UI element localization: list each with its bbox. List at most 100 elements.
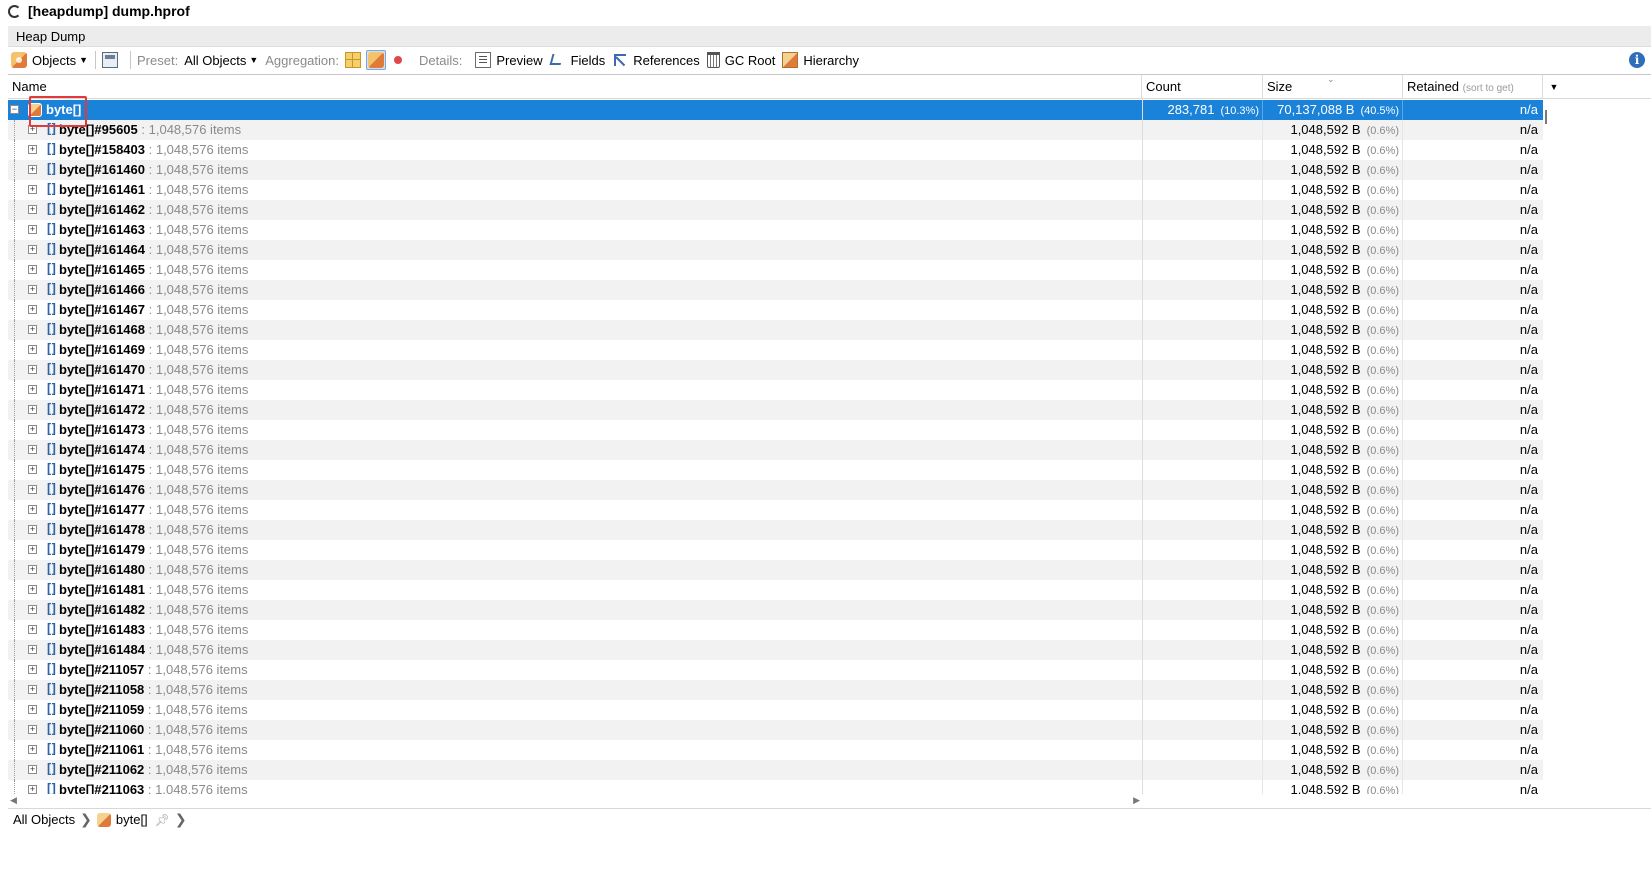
vertical-scrollbar[interactable] [1542,98,1551,128]
table-row[interactable]: + byte[]#211060 : 1,048,576 items 1,048,59… [8,720,1543,740]
table-row[interactable]: + byte[]#161468 : 1,048,576 items 1,048,59… [8,320,1543,340]
expand-icon[interactable]: + [28,425,37,434]
expand-icon[interactable]: + [28,345,37,354]
table-row[interactable]: + byte[]#161466 : 1,048,576 items 1,048,59… [8,280,1543,300]
column-menu-icon[interactable]: ▼ [1543,75,1565,99]
breadcrumb-current[interactable]: byte[] [116,812,148,827]
expand-icon[interactable]: + [28,165,37,174]
collapse-icon[interactable]: − [10,105,19,114]
column-header-count[interactable]: Count [1142,75,1263,99]
table-row[interactable]: + byte[]#161465 : 1,048,576 items 1,048,59… [8,260,1543,280]
scroll-left-icon[interactable]: ◀ [10,795,17,806]
toolbar: Objects ▼ Preset: All Objects ▼ Aggregat… [8,48,1651,72]
table-row[interactable]: + byte[]#211062 : 1,048,576 items 1,048,59… [8,760,1543,780]
horizontal-scrollbar[interactable]: ◀ ▶ [8,793,1142,807]
scroll-right-icon[interactable]: ▶ [1133,795,1140,806]
instance-items: : 1,048,576 items [144,682,248,697]
objects-dropdown[interactable]: Objects ▼ [11,52,88,68]
preset-selector[interactable]: Preset: All Objects ▼ [137,53,258,68]
table-row[interactable]: + byte[]#161479 : 1,048,576 items 1,048,59… [8,540,1543,560]
pin-icon[interactable]: 📌︎ [155,813,170,827]
expand-icon[interactable]: + [28,205,37,214]
table-row[interactable]: + byte[]#211058 : 1,048,576 items 1,048,59… [8,680,1543,700]
table-row[interactable]: + byte[]#161469 : 1,048,576 items 1,048,59… [8,340,1543,360]
table-row[interactable]: + byte[]#161460 : 1,048,576 items 1,048,59… [8,160,1543,180]
expand-icon[interactable]: + [28,765,37,774]
expand-icon[interactable]: + [28,245,37,254]
expand-icon[interactable]: + [28,445,37,454]
row-count-cell [1142,120,1263,140]
table-row[interactable]: + byte[]#161463 : 1,048,576 items 1,048,59… [8,220,1543,240]
expand-icon[interactable]: + [28,325,37,334]
table-row[interactable]: + byte[]#161461 : 1,048,576 items 1,048,59… [8,180,1543,200]
column-header-size[interactable]: Size ⌄ [1263,75,1403,99]
expand-icon[interactable]: + [28,225,37,234]
expand-icon[interactable]: + [28,745,37,754]
table-row[interactable]: + byte[]#161484 : 1,048,576 items 1,048,59… [8,640,1543,660]
gc-root-toggle[interactable]: GC Root [706,52,775,68]
table-row[interactable]: + byte[]#211061 : 1,048,576 items 1,048,59… [8,740,1543,760]
table-row[interactable]: + byte[]#161478 : 1,048,576 items 1,048,59… [8,520,1543,540]
scrollbar-thumb[interactable] [1545,110,1547,124]
tab-heap-dump[interactable]: Heap Dump [16,29,85,44]
expand-icon[interactable]: + [28,625,37,634]
references-toggle[interactable]: References [612,52,700,68]
preview-toggle[interactable]: Preview [475,52,543,68]
expand-icon[interactable]: + [28,265,37,274]
table-row[interactable]: + byte[]#161462 : 1,048,576 items 1,048,59… [8,200,1543,220]
expand-icon[interactable]: + [28,365,37,374]
aggregation-classes-button[interactable] [365,50,386,70]
expand-icon[interactable]: + [28,185,37,194]
table-row[interactable]: + byte[]#161464 : 1,048,576 items 1,048,59… [8,240,1543,260]
info-icon[interactable]: i [1629,52,1645,68]
table-row[interactable]: + byte[]#161481 : 1,048,576 items 1,048,59… [8,580,1543,600]
hierarchy-toggle[interactable]: Hierarchy [782,52,859,68]
table-row[interactable]: + byte[]#161482 : 1,048,576 items 1,048,59… [8,600,1543,620]
table-row[interactable]: + byte[]#161473 : 1,048,576 items 1,048,59… [8,420,1543,440]
table-row[interactable]: + byte[]#161483 : 1,048,576 items 1,048,59… [8,620,1543,640]
expand-icon[interactable]: + [28,545,37,554]
expand-icon[interactable]: + [28,285,37,294]
table-row[interactable]: + byte[]#161474 : 1,048,576 items 1,048,59… [8,440,1543,460]
table-row[interactable]: + byte[]#161477 : 1,048,576 items 1,048,59… [8,500,1543,520]
expand-icon[interactable]: + [28,665,37,674]
aggregation-packages-icon[interactable] [344,52,361,68]
table-row[interactable]: + byte[]#161476 : 1,048,576 items 1,048,59… [8,480,1543,500]
table-row[interactable]: + byte[]#211057 : 1,048,576 items 1,048,59… [8,660,1543,680]
expand-icon[interactable]: + [28,405,37,414]
expand-icon[interactable]: + [28,705,37,714]
table-row[interactable]: + byte[]#161480 : 1,048,576 items 1,048,59… [8,560,1543,580]
expand-icon[interactable]: + [28,605,37,614]
expand-icon[interactable]: + [28,385,37,394]
expand-icon[interactable]: + [28,465,37,474]
expand-icon[interactable]: + [28,585,37,594]
table-row-selected[interactable]: − byte[] 283,781 (10.3%) 70,137,088 B (40.… [8,100,1543,120]
record-dot-icon[interactable] [393,56,402,64]
row-size-cell: 1,048,592 B (0.6%) [1263,300,1403,320]
column-header-retained[interactable]: Retained (sort to get) [1403,75,1543,99]
breadcrumb-root[interactable]: All Objects [13,812,75,827]
expand-icon[interactable]: + [28,525,37,534]
expand-icon[interactable]: + [28,645,37,654]
expand-icon[interactable]: + [28,145,37,154]
table-row[interactable]: +byte[]#211063 : 1,048,576 items 1,048,59… [8,780,1543,794]
expand-icon[interactable]: + [28,305,37,314]
expand-icon[interactable]: + [28,565,37,574]
expand-icon[interactable]: + [28,485,37,494]
size-value: 1,048,592 B [1290,642,1361,657]
fields-toggle[interactable]: Fields [550,52,606,68]
table-row[interactable]: + byte[]#161467 : 1,048,576 items 1,048,59… [8,300,1543,320]
table-row[interactable]: +byte[]#95605 : 1,048,576 items 1,048,592… [8,120,1543,140]
table-row[interactable]: + byte[]#161470 : 1,048,576 items 1,048,59… [8,360,1543,380]
snapshot-button[interactable] [102,52,123,68]
column-header-name[interactable]: Name [8,75,1142,99]
expand-icon[interactable]: + [28,685,37,694]
table-row[interactable]: + byte[]#161471 : 1,048,576 items 1,048,59… [8,380,1543,400]
expand-icon[interactable]: + [28,505,37,514]
table-row[interactable]: + byte[]#158403 : 1,048,576 items 1,048,59… [8,140,1543,160]
table-row[interactable]: + byte[]#161475 : 1,048,576 items 1,048,59… [8,460,1543,480]
expand-icon[interactable]: + [28,725,37,734]
table-row[interactable]: + byte[]#211059 : 1,048,576 items 1,048,59… [8,700,1543,720]
size-percent: (0.6%) [1366,385,1399,397]
table-row[interactable]: + byte[]#161472 : 1,048,576 items 1,048,59… [8,400,1543,420]
